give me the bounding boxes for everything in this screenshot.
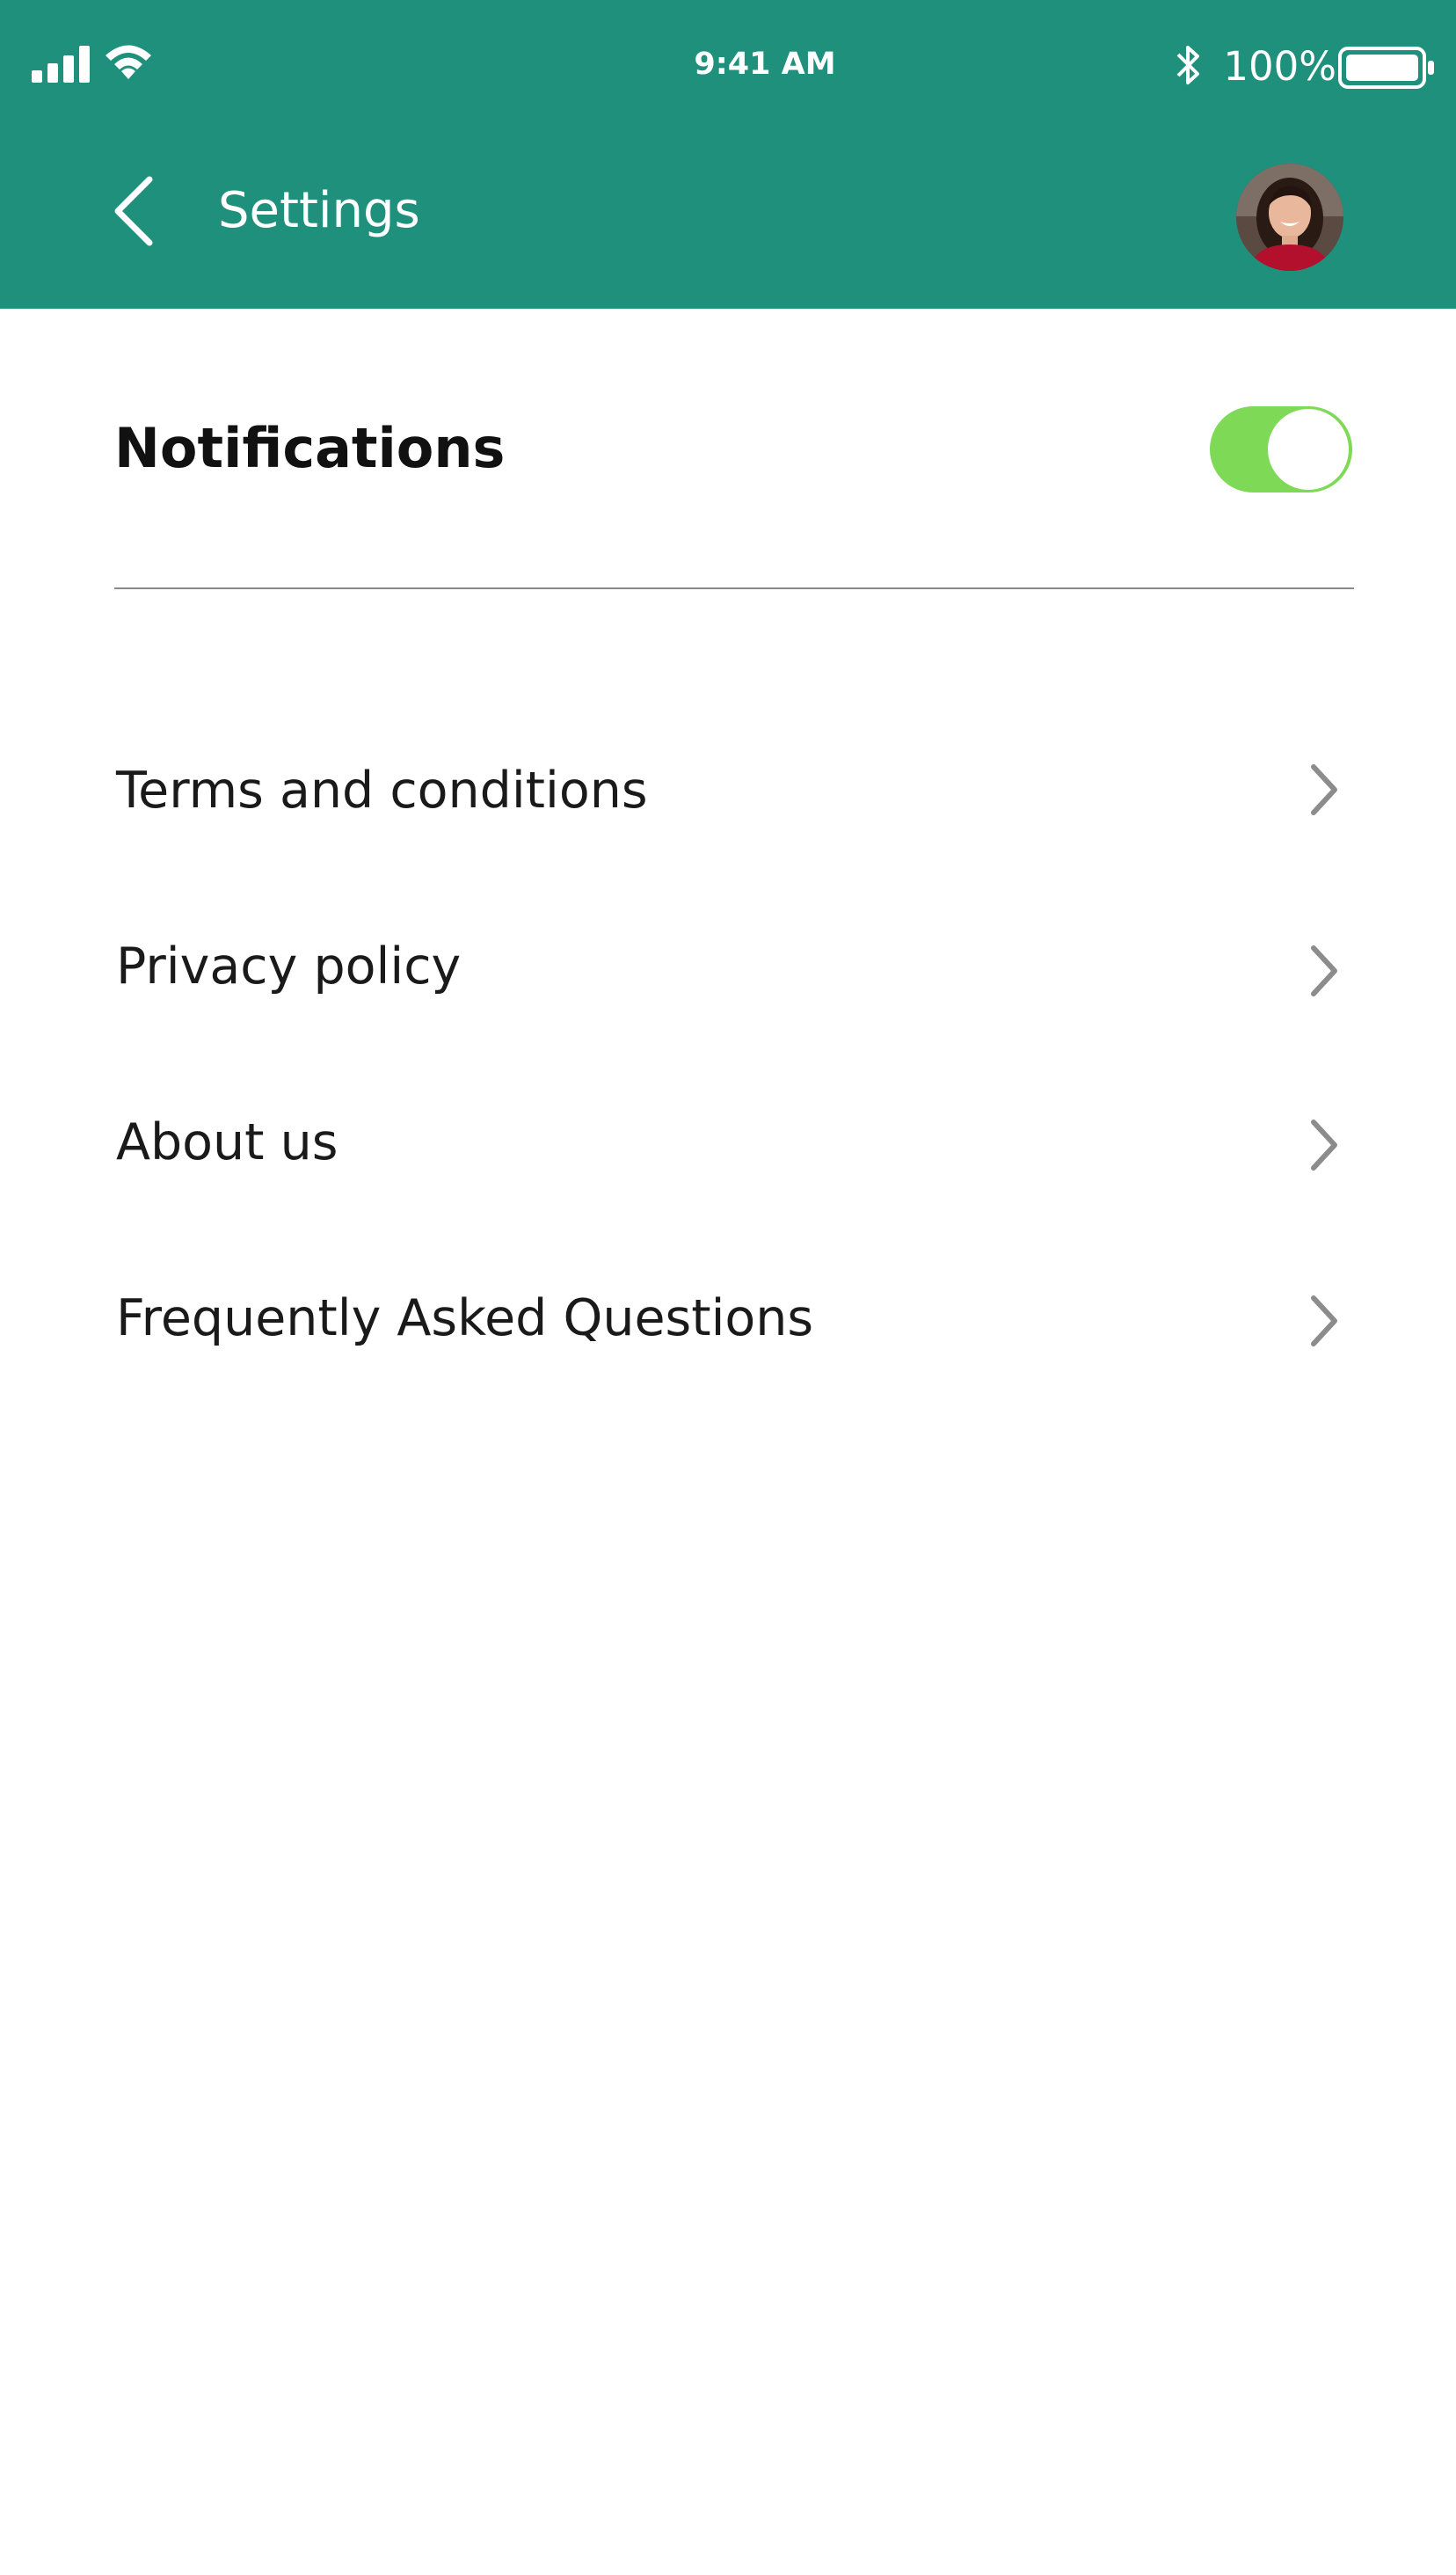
page-title: Settings <box>218 182 420 239</box>
wifi-icon <box>106 45 151 79</box>
status-time: 9:41 AM <box>694 47 836 82</box>
toggle-knob <box>1268 409 1349 490</box>
menu-item-about[interactable]: About us <box>114 1080 1354 1203</box>
status-bar: 9:41 AM 100% <box>0 0 1456 132</box>
notifications-toggle[interactable] <box>1210 406 1352 492</box>
chevron-right-icon <box>1298 939 1347 1003</box>
menu-item-label: Frequently Asked Questions <box>116 1289 814 1347</box>
app-header: 9:41 AM 100% Settings <box>0 0 1456 309</box>
menu-item-terms[interactable]: Terms and conditions <box>114 728 1354 851</box>
signal-icon <box>32 46 90 83</box>
menu-item-label: Terms and conditions <box>116 762 648 820</box>
chevron-right-icon <box>1298 758 1347 821</box>
chevron-left-icon <box>114 176 153 246</box>
menu-item-label: Privacy policy <box>116 937 462 996</box>
divider <box>114 587 1354 589</box>
menu-item-faq[interactable]: Frequently Asked Questions <box>114 1256 1354 1379</box>
menu-item-privacy[interactable]: Privacy policy <box>114 904 1354 1027</box>
battery-icon <box>1338 47 1434 89</box>
chevron-right-icon <box>1298 1289 1347 1353</box>
user-avatar-icon <box>1236 164 1343 271</box>
bluetooth-icon <box>1176 46 1199 84</box>
chevron-right-icon <box>1298 1113 1347 1177</box>
notifications-row: Notifications <box>114 387 1354 510</box>
avatar[interactable] <box>1236 164 1343 271</box>
back-button[interactable] <box>98 167 169 255</box>
notifications-label: Notifications <box>114 416 506 480</box>
menu-item-label: About us <box>116 1113 339 1171</box>
battery-percent: 100% <box>1223 43 1336 90</box>
